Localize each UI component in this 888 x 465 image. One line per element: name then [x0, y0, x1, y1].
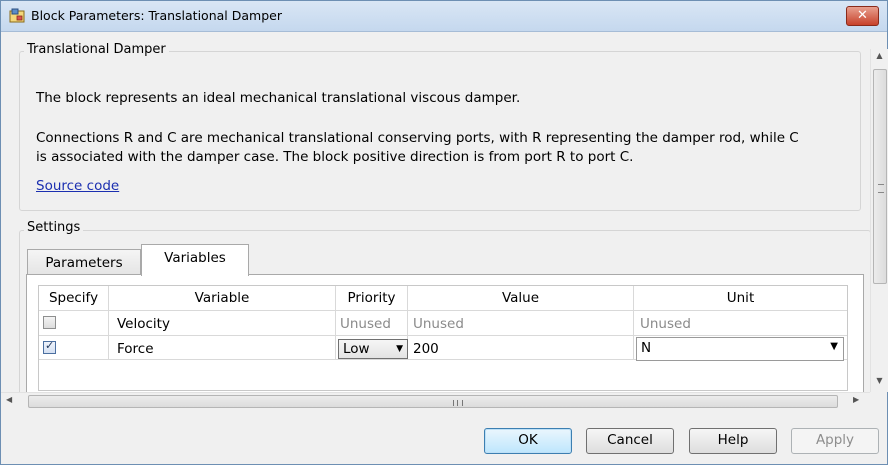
- scroll-grip-icon: [453, 400, 463, 406]
- unit-velocity: Unused: [640, 316, 691, 332]
- priority-select-force[interactable]: Low ▼: [338, 339, 408, 359]
- ok-button[interactable]: OK: [484, 428, 572, 454]
- settings-group-title: Settings: [24, 220, 84, 235]
- horizontal-scroll-thumb[interactable]: [28, 395, 838, 408]
- dropdown-arrow-icon: ▼: [830, 341, 838, 352]
- description-line-2: Connections R and C are mechanical trans…: [36, 130, 799, 146]
- priority-velocity: Unused: [340, 316, 391, 332]
- header-specify[interactable]: Specify: [39, 286, 109, 311]
- header-value[interactable]: Value: [408, 286, 634, 311]
- vertical-scrollbar[interactable]: ▲ ▼: [870, 49, 888, 392]
- variable-velocity: Velocity: [117, 316, 170, 332]
- variables-table: Specify Variable Priority Value Unit Vel…: [38, 285, 848, 391]
- unit-select-force[interactable]: N ▼: [636, 337, 844, 361]
- tab-parameters-label: Parameters: [45, 255, 123, 271]
- header-variable[interactable]: Variable: [109, 286, 336, 311]
- window-title: Block Parameters: Translational Damper: [31, 8, 282, 23]
- description-line-1: The block represents an ideal mechanical…: [36, 90, 521, 106]
- priority-select-value: Low: [343, 341, 370, 357]
- tab-variables-label: Variables: [164, 250, 226, 266]
- specify-checkbox-velocity[interactable]: [43, 316, 56, 329]
- value-velocity: Unused: [413, 316, 464, 332]
- checkmark-icon: ✓: [45, 339, 55, 352]
- scroll-grip-icon: [878, 184, 884, 193]
- unit-select-value: N: [641, 340, 652, 356]
- scroll-right-icon[interactable]: ▶: [853, 395, 859, 404]
- value-force-input[interactable]: 200: [413, 341, 439, 357]
- specify-checkbox-force[interactable]: ✓: [43, 339, 56, 354]
- cancel-button[interactable]: Cancel: [586, 428, 674, 454]
- vertical-scroll-thumb[interactable]: [873, 69, 887, 284]
- apply-button[interactable]: Apply: [791, 428, 879, 454]
- description-group-title: Translational Damper: [24, 42, 169, 57]
- variables-panel: Specify Variable Priority Value Unit Vel…: [26, 274, 864, 394]
- header-unit[interactable]: Unit: [634, 286, 847, 311]
- close-button[interactable]: ✕: [846, 6, 879, 26]
- dialog-window: Block Parameters: Translational Damper ✕…: [0, 0, 888, 465]
- dropdown-arrow-icon: ▼: [396, 344, 403, 354]
- variable-force: Force: [117, 341, 154, 357]
- help-button[interactable]: Help: [689, 428, 777, 454]
- description-line-3: is associated with the damper case. The …: [36, 149, 634, 165]
- close-icon: ✕: [857, 8, 868, 23]
- column-divider: [633, 311, 634, 360]
- source-code-link[interactable]: Source code: [36, 177, 119, 196]
- simulink-block-icon: [9, 8, 25, 23]
- tab-variables[interactable]: Variables: [141, 244, 249, 276]
- column-divider: [108, 311, 109, 360]
- scroll-down-icon[interactable]: ▼: [871, 376, 888, 385]
- header-priority[interactable]: Priority: [336, 286, 408, 311]
- scroll-left-icon[interactable]: ◀: [6, 395, 12, 404]
- column-divider: [335, 311, 336, 360]
- horizontal-scrollbar[interactable]: ◀ ▶: [1, 392, 870, 410]
- scroll-up-icon[interactable]: ▲: [871, 51, 888, 60]
- title-bar[interactable]: Block Parameters: Translational Damper ✕: [1, 1, 887, 32]
- row-divider: [39, 335, 847, 336]
